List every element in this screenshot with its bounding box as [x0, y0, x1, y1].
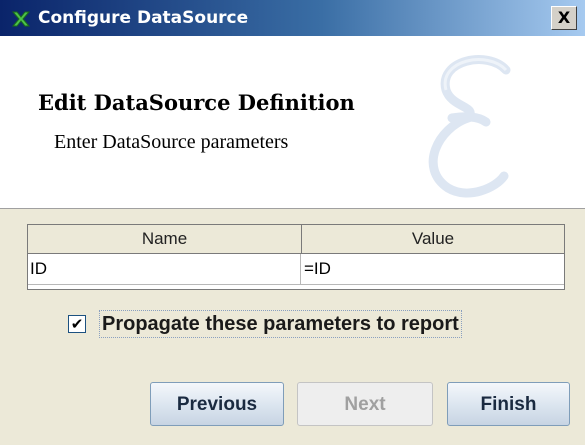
title-bar[interactable]: Configure DataSource X: [0, 0, 585, 36]
datasource-app-icon: [11, 9, 31, 29]
table-row[interactable]: ID =ID: [28, 254, 564, 285]
header-divider: [0, 208, 585, 209]
propagate-checkbox-label[interactable]: Propagate these parameters to report: [99, 310, 462, 338]
previous-button[interactable]: Previous: [150, 382, 284, 426]
window-title: Configure DataSource: [38, 8, 249, 28]
finish-button[interactable]: Finish: [447, 382, 570, 426]
script-e-watermark-icon: [428, 55, 511, 198]
param-name-cell[interactable]: ID: [28, 254, 301, 284]
propagate-parameters-option[interactable]: ✔ Propagate these parameters to report: [68, 310, 538, 340]
page-title: Edit DataSource Definition: [38, 90, 355, 115]
table-header: Name Value: [28, 225, 564, 254]
parameters-table: Name Value ID =ID: [27, 224, 565, 290]
param-value-cell[interactable]: =ID: [302, 254, 564, 284]
checkmark-icon: ✔: [70, 315, 84, 333]
propagate-checkbox[interactable]: ✔: [68, 315, 86, 333]
column-header-value[interactable]: Value: [302, 225, 564, 253]
page-subtitle: Enter DataSource parameters: [54, 131, 289, 153]
next-button[interactable]: Next: [297, 382, 433, 426]
column-header-name[interactable]: Name: [28, 225, 302, 253]
close-icon: X: [557, 8, 571, 27]
close-button[interactable]: X: [551, 6, 577, 30]
wizard-header: Edit DataSource Definition Enter DataSou…: [0, 36, 585, 208]
